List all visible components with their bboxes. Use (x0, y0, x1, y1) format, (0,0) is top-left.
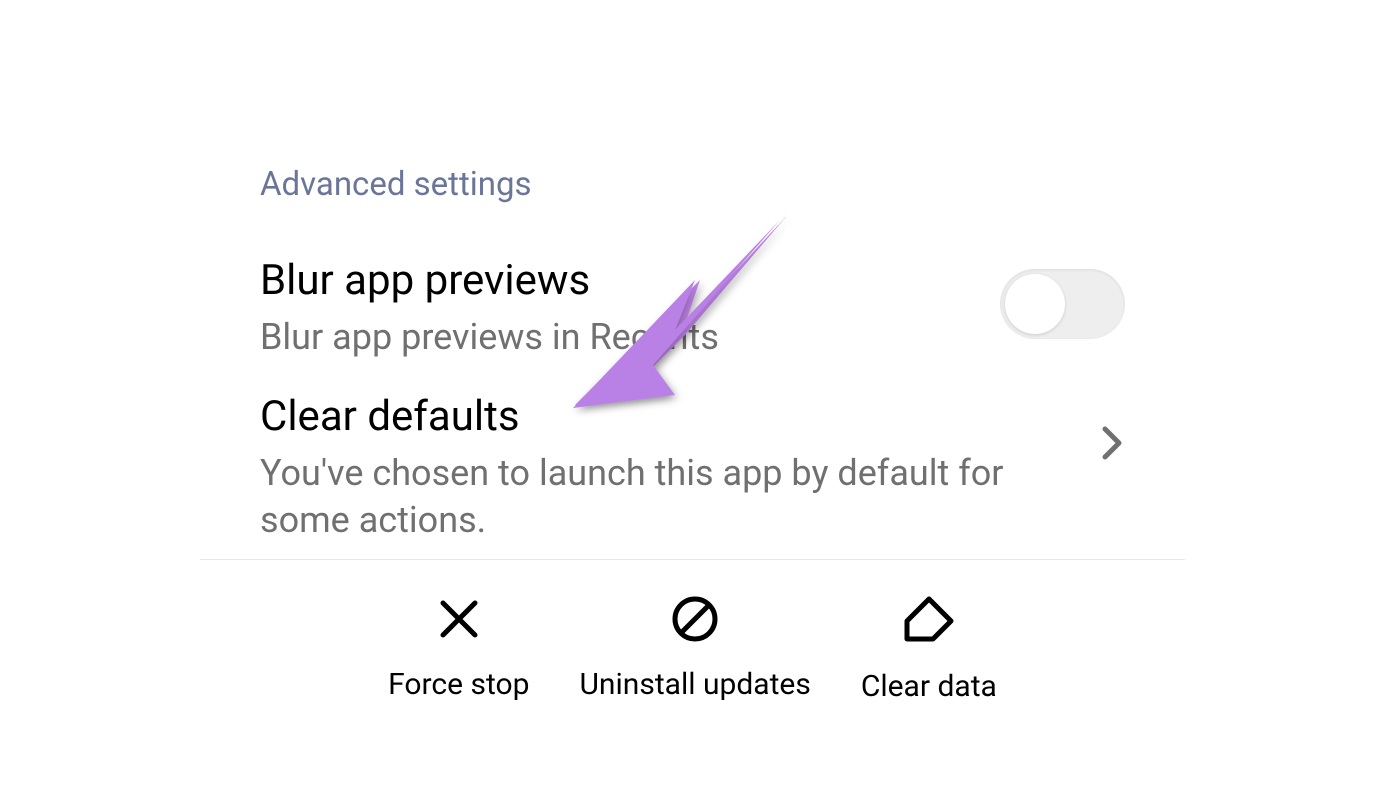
clear-defaults-subtitle: You've chosen to launch this app by defa… (260, 450, 1061, 544)
eraser-icon (903, 595, 955, 649)
blur-previews-toggle[interactable] (1000, 269, 1125, 339)
blur-previews-subtitle: Blur app previews in Recents (260, 314, 960, 361)
clear-defaults-text: Clear defaults You've chosen to launch t… (260, 390, 1101, 543)
bottom-action-bar: Force stop Uninstall updates Clear data (200, 560, 1185, 734)
blur-previews-row[interactable]: Blur app previews Blur app previews in R… (200, 239, 1185, 375)
clear-data-label: Clear data (861, 669, 997, 704)
uninstall-updates-label: Uninstall updates (579, 667, 810, 702)
blur-previews-text: Blur app previews Blur app previews in R… (260, 254, 1000, 360)
close-icon (435, 595, 483, 647)
force-stop-button[interactable]: Force stop (388, 595, 529, 704)
section-header: Advanced settings (200, 110, 1185, 239)
clear-data-button[interactable]: Clear data (861, 595, 997, 704)
uninstall-updates-button[interactable]: Uninstall updates (579, 595, 810, 704)
blur-previews-title: Blur app previews (260, 254, 960, 309)
chevron-right-icon (1101, 425, 1125, 465)
settings-panel: Advanced settings Blur app previews Blur… (200, 110, 1185, 734)
clear-defaults-row[interactable]: Clear defaults You've chosen to launch t… (200, 375, 1185, 558)
toggle-knob (1005, 274, 1065, 334)
clear-defaults-title: Clear defaults (260, 390, 1061, 445)
block-icon (671, 595, 719, 647)
force-stop-label: Force stop (388, 667, 529, 702)
